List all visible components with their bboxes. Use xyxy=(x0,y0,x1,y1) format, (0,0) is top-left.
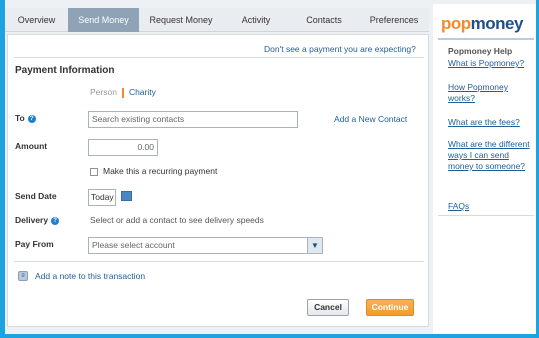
divider xyxy=(14,57,424,58)
to-label-text: To xyxy=(15,113,25,123)
help-sidebar: popmoney Popmoney Help What is Popmoney?… xyxy=(433,4,536,334)
note-icon[interactable]: ≡ xyxy=(18,271,28,281)
delivery-info: Select or add a contact to see delivery … xyxy=(90,215,264,225)
toggle-separator xyxy=(121,87,124,98)
divider xyxy=(14,261,424,262)
help-link-how-works[interactable]: How Popmoney works? xyxy=(448,82,536,104)
delivery-label-text: Delivery xyxy=(15,215,49,225)
person-option[interactable]: Person xyxy=(90,87,117,97)
tab-activity[interactable]: Activity xyxy=(223,8,289,32)
account-select-value: Please select account xyxy=(92,240,175,250)
tab-contacts[interactable]: Contacts xyxy=(289,8,359,32)
payment-panel: Don't see a payment you are expecting? P… xyxy=(7,34,429,327)
recurring-label: Make this a recurring payment xyxy=(103,166,218,176)
help-link-faqs[interactable]: FAQs xyxy=(448,201,536,212)
amount-label: Amount xyxy=(15,141,48,151)
calendar-icon[interactable] xyxy=(121,191,132,201)
tab-send-money[interactable]: Send Money xyxy=(68,8,139,32)
logo-pop: pop xyxy=(441,14,471,33)
continue-button[interactable]: Continue xyxy=(366,299,414,316)
charity-option[interactable]: Charity xyxy=(129,87,156,97)
delivery-label: Delivery? xyxy=(15,215,60,225)
missing-payment-link[interactable]: Don't see a payment you are expecting? xyxy=(264,44,416,54)
add-note-link[interactable]: Add a note to this transaction xyxy=(35,271,145,281)
tab-preferences[interactable]: Preferences xyxy=(359,8,429,32)
logo-money: money xyxy=(470,14,524,33)
section-title: Payment Information xyxy=(15,65,115,76)
tab-request-money[interactable]: Request Money xyxy=(139,8,223,32)
popmoney-logo: popmoney xyxy=(441,14,523,34)
help-link-what-is[interactable]: What is Popmoney? xyxy=(448,58,536,69)
recurring-checkbox[interactable] xyxy=(90,167,98,176)
help-icon[interactable]: ? xyxy=(27,114,36,123)
cancel-button[interactable]: Cancel xyxy=(307,299,349,316)
help-title: Popmoney Help xyxy=(448,46,513,56)
contact-search-input[interactable]: Search existing contacts xyxy=(88,111,298,128)
divider xyxy=(438,38,534,40)
account-select[interactable]: Please select account ▼ xyxy=(88,237,323,254)
send-date-label: Send Date xyxy=(15,191,57,201)
help-icon[interactable]: ? xyxy=(51,216,60,225)
help-link-fees[interactable]: What are the fees? xyxy=(448,117,536,128)
amount-input[interactable]: 0.00 xyxy=(88,139,158,156)
help-link-ways-to-send[interactable]: What are the different ways I can send m… xyxy=(448,139,536,172)
chevron-down-icon[interactable]: ▼ xyxy=(307,238,322,253)
send-date-input[interactable]: Today xyxy=(88,189,116,206)
divider xyxy=(438,215,534,216)
recurring-option: Make this a recurring payment xyxy=(90,166,217,176)
recipient-type-toggle: Person Charity xyxy=(90,87,156,98)
tab-bar: Overview Send Money Request Money Activi… xyxy=(5,8,429,32)
pay-from-label: Pay From xyxy=(15,239,54,249)
add-contact-link[interactable]: Add a New Contact xyxy=(334,114,407,124)
tab-overview[interactable]: Overview xyxy=(5,8,68,32)
to-label: To? xyxy=(15,113,36,123)
